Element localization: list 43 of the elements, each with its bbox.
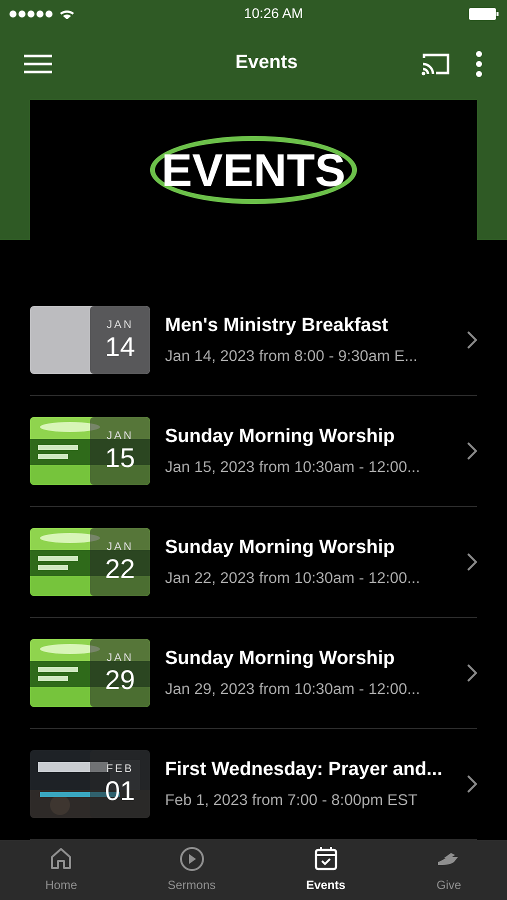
date-month: JAN <box>106 542 134 552</box>
event-title: Sunday Morning Worship <box>165 647 396 672</box>
date-day: 22 <box>104 556 136 582</box>
cast-icon[interactable] <box>421 52 451 76</box>
date-day: 01 <box>104 778 136 804</box>
tab-button[interactable]: Sermons <box>122 840 261 900</box>
tab-button[interactable]: Give <box>390 840 507 900</box>
chevron-icon <box>467 553 477 571</box>
event-time: Jan 14, 2023 from 8:00 - 9:30am E... <box>165 346 418 367</box>
chevron-icon <box>467 331 477 349</box>
event-row[interactable]: JAN 14 Men's Ministry Breakfast Jan 14, 2023 from 8:00 - 9:30am E... <box>30 285 477 396</box>
status-time: 10:26 AM <box>244 4 304 23</box>
event-title: Men's Ministry Breakfast <box>165 314 390 338</box>
event-row[interactable]: JAN 22 Sunday Morning Worship Jan 22, 2023 from 10:30am - 12:00... <box>30 507 477 618</box>
menu-icon[interactable] <box>24 54 52 74</box>
chevron-icon <box>467 775 477 793</box>
more-icon[interactable] <box>475 50 483 76</box>
calendar-icon <box>312 846 339 872</box>
date-day: 14 <box>104 334 136 360</box>
chevron-icon <box>467 664 477 682</box>
event-title: Sunday Morning Worship <box>165 536 396 560</box>
event-time: Jan 29, 2023 from 10:30am - 12:00... <box>165 680 422 700</box>
header-title: Events <box>235 52 298 74</box>
chevron-icon <box>467 442 477 460</box>
date-month: FEB <box>106 764 134 774</box>
date-month: JAN <box>106 430 134 442</box>
play-icon <box>178 846 205 872</box>
event-row[interactable]: FEB 01 First Wednesday: Prayer and... Feb 1, 2023 from 7:00 - 8:00pm EST <box>30 729 477 840</box>
tab-button[interactable]: Home <box>0 840 122 900</box>
tab-button[interactable]: Events <box>260 840 391 900</box>
event-title: First Wednesday: Prayer and... <box>165 758 444 782</box>
event-row[interactable]: JAN 29 Sunday Morning Worship Jan 29, 2023 from 10:30am - 12:00... <box>30 618 477 729</box>
date-month: JAN <box>106 320 134 330</box>
event-row[interactable]: JAN 15 Sunday Morning Worship Jan 15, 2023 from 10:30am - 12:00... <box>30 396 477 507</box>
event-time: Jan 15, 2023 from 10:30am - 12:00... <box>165 458 422 478</box>
event-time: Feb 1, 2023 from 7:00 - 8:00pm EST <box>165 790 418 811</box>
date-month: JAN <box>106 652 134 664</box>
date-day: 29 <box>104 666 136 694</box>
date-day: 15 <box>104 444 136 472</box>
event-title: Sunday Morning Worship <box>165 425 396 450</box>
event-time: Jan 22, 2023 from 10:30am - 12:00... <box>165 568 422 589</box>
banner-title: EVENTS <box>150 136 357 204</box>
battery-icon <box>469 8 499 20</box>
